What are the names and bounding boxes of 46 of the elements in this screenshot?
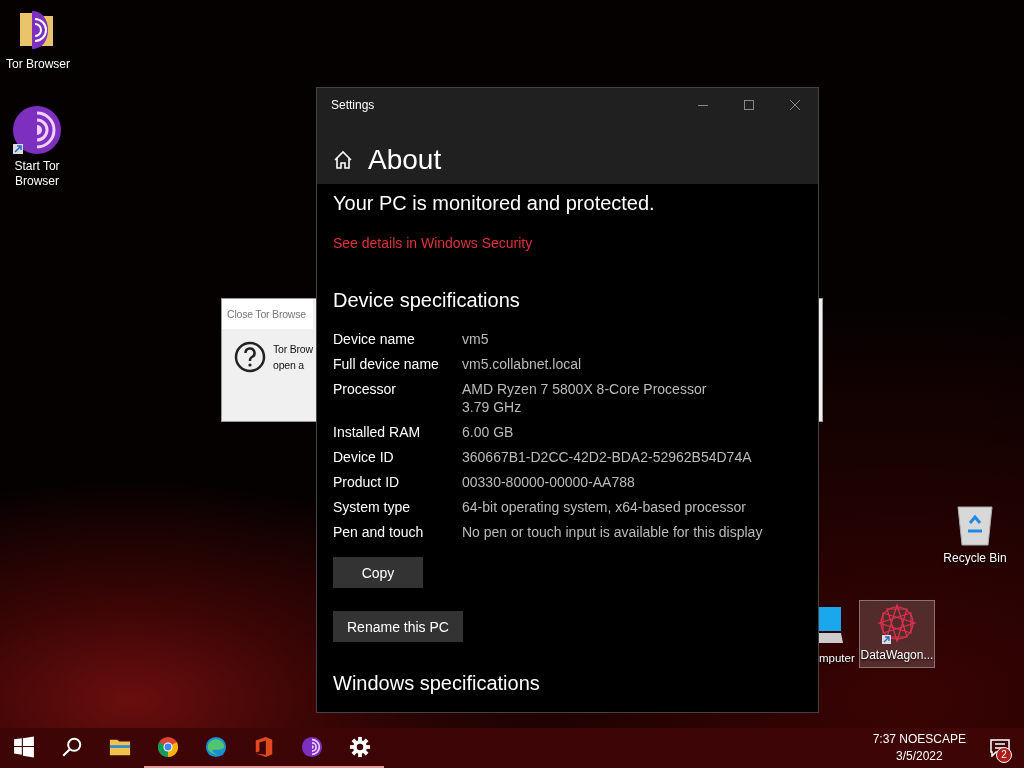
- wave-swirl-icon: [205, 736, 227, 758]
- page-title: About: [368, 144, 442, 176]
- spec-value: 360667B1-D2CC-42D2-BDA2-52962B54D74A: [462, 448, 753, 466]
- spec-label: Installed RAM: [333, 423, 422, 441]
- browser-ball-icon: [157, 736, 179, 758]
- action-button[interactable]: Rename this PC: [333, 611, 463, 642]
- home-icon[interactable]: [333, 150, 353, 170]
- recycle-bin-icon: [955, 503, 995, 547]
- notification-badge: 2: [996, 747, 1012, 763]
- spec-label: Product ID: [333, 473, 401, 491]
- action-button[interactable]: Copy: [333, 557, 423, 588]
- spec-value: vm5: [462, 330, 490, 348]
- dialog-message: Tor Brow open a: [273, 342, 313, 373]
- desktop-icon[interactable]: Recycle Bin: [937, 503, 1013, 566]
- spec-value: 6.00 GB: [462, 423, 515, 441]
- spec-label: Full device name: [333, 355, 440, 373]
- desktop-icon[interactable]: Start Tor Browser: [1, 105, 73, 189]
- window-title: Settings: [331, 98, 375, 112]
- security-link[interactable]: See details in Windows Security: [333, 235, 533, 251]
- office-icon: [253, 736, 275, 758]
- onion-logo-icon: [12, 105, 62, 155]
- section-heading: Windows specifications: [333, 672, 540, 695]
- protection-status: Your PC is monitored and protected.: [333, 192, 655, 215]
- question-icon: [234, 341, 266, 373]
- windows-logo-icon: [13, 736, 35, 758]
- spec-label: System type: [333, 498, 412, 516]
- message-icon: [990, 739, 1010, 757]
- desktop-icon[interactable]: mputer: [819, 603, 858, 666]
- spec-value: 00330-80000-00000-AA788: [462, 473, 636, 491]
- spec-value: AMD Ryzen 7 5800X 8-Core Processor 3.79 GHz: [462, 380, 708, 416]
- settings-icon: [349, 736, 371, 758]
- desktop-icon[interactable]: Tor Browser: [0, 9, 76, 72]
- dialog-title: Close Tor Browse: [222, 299, 313, 329]
- section-heading: Device specifications: [333, 289, 520, 312]
- spec-label: Pen and touch: [333, 523, 425, 541]
- spec-label: Device ID: [333, 448, 395, 466]
- desktop-icon[interactable]: DataWagon...: [859, 600, 935, 668]
- spec-value: No pen or touch input is available for this display: [462, 523, 763, 541]
- spec-label: Processor: [333, 380, 398, 399]
- spec-label: Device name: [333, 330, 416, 348]
- onion-logo-icon: [301, 736, 323, 758]
- spec-value: vm5.collabnet.local: [462, 355, 583, 373]
- clock[interactable]: 7:37 NOESCAPE 3/5/2022: [862, 731, 976, 765]
- search-icon: [61, 736, 83, 758]
- notification-button[interactable]: 2: [976, 728, 1024, 768]
- spec-value: 64-bit operating system, x64-based processor: [462, 498, 748, 516]
